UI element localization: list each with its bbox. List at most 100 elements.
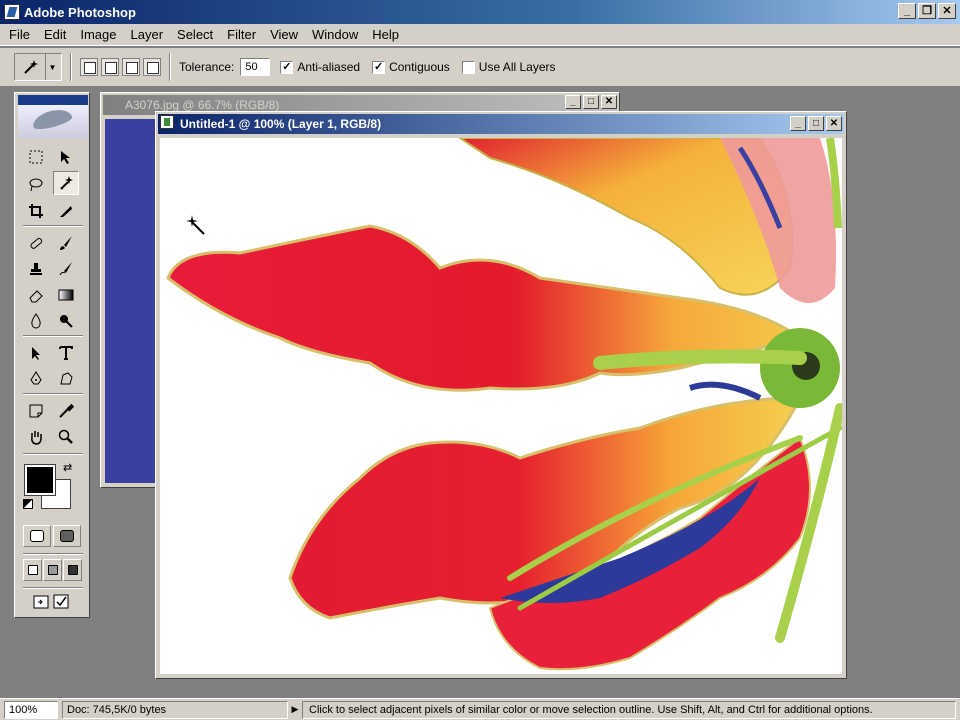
contiguous-checkbox[interactable]: ✓ Contiguous bbox=[372, 60, 450, 74]
imageready-icon bbox=[33, 594, 69, 609]
window-controls: _ ❐ ✕ bbox=[898, 3, 956, 19]
full-screen-menu-icon bbox=[47, 565, 58, 575]
full-screen-mode-button[interactable] bbox=[63, 559, 82, 581]
contiguous-check-icon: ✓ bbox=[372, 60, 386, 74]
standard-mode-button[interactable] bbox=[23, 525, 51, 547]
custom-shape-tool-icon[interactable] bbox=[53, 367, 79, 391]
close-button[interactable]: ✕ bbox=[938, 3, 956, 19]
add-to-selection-button[interactable] bbox=[101, 58, 119, 76]
minimize-button[interactable]: _ bbox=[898, 3, 916, 19]
toolbox-divider bbox=[23, 393, 83, 395]
notes-tool-icon[interactable] bbox=[23, 399, 49, 423]
tool-preset-picker[interactable]: ▼ bbox=[14, 53, 62, 81]
menu-file[interactable]: File bbox=[2, 27, 37, 42]
toolbox-divider bbox=[23, 335, 83, 337]
gradient-tool-icon[interactable] bbox=[53, 283, 79, 307]
subtract-from-selection-button[interactable] bbox=[122, 58, 140, 76]
anti-aliased-label: Anti-aliased bbox=[297, 60, 361, 74]
default-colors-icon[interactable] bbox=[23, 499, 33, 509]
toolbox-header-logo[interactable] bbox=[18, 95, 88, 139]
menu-image[interactable]: Image bbox=[73, 27, 123, 42]
selection-mode-group bbox=[80, 58, 161, 76]
zoom-level-field[interactable]: 100% bbox=[4, 700, 58, 719]
magic-wand-cursor-icon bbox=[186, 215, 205, 235]
back-document-canvas[interactable] bbox=[105, 119, 157, 483]
front-maximize-button[interactable]: □ bbox=[808, 116, 824, 131]
blur-tool-icon[interactable] bbox=[23, 309, 49, 333]
anti-aliased-check-icon: ✓ bbox=[280, 60, 294, 74]
magic-wand-tool-icon[interactable] bbox=[53, 171, 79, 195]
use-all-layers-label: Use All Layers bbox=[478, 60, 556, 74]
photoshop-app-icon bbox=[4, 4, 20, 20]
clone-stamp-tool-icon[interactable] bbox=[23, 257, 49, 281]
menu-layer[interactable]: Layer bbox=[124, 27, 171, 42]
back-maximize-button[interactable]: □ bbox=[583, 95, 599, 109]
toolbox-divider bbox=[23, 225, 83, 227]
eraser-tool-icon[interactable] bbox=[23, 283, 49, 307]
flower-image bbox=[166, 138, 842, 671]
menu-view[interactable]: View bbox=[263, 27, 305, 42]
quick-mask-button[interactable] bbox=[53, 525, 81, 547]
eyedropper-tool-icon[interactable] bbox=[53, 399, 79, 423]
history-brush-tool-icon[interactable] bbox=[53, 257, 79, 281]
status-bar: 100% Doc: 745,5K/0 bytes ▶ Click to sele… bbox=[0, 698, 960, 720]
standard-screen-mode-button[interactable] bbox=[23, 559, 42, 581]
toolbox-divider bbox=[23, 453, 83, 455]
front-window-controls: _ □ ✕ bbox=[790, 116, 842, 131]
dodge-tool-icon[interactable] bbox=[53, 309, 79, 333]
anti-aliased-checkbox[interactable]: ✓ Anti-aliased bbox=[280, 60, 360, 74]
menu-help[interactable]: Help bbox=[365, 27, 406, 42]
standard-mode-icon bbox=[30, 530, 44, 542]
tool-options-bar: ▼ Tolerance: 50 ✓ Anti-aliased ✓ Contigu… bbox=[0, 47, 960, 87]
foreground-color-swatch[interactable] bbox=[24, 464, 56, 496]
feather-icon bbox=[30, 106, 74, 132]
back-minimize-button[interactable]: _ bbox=[565, 95, 581, 109]
front-minimize-button[interactable]: _ bbox=[790, 116, 806, 131]
contiguous-label: Contiguous bbox=[389, 60, 450, 74]
move-tool-icon[interactable] bbox=[53, 145, 79, 169]
document-icon bbox=[160, 115, 174, 129]
pen-tool-icon[interactable] bbox=[23, 367, 49, 391]
status-menu-arrow-icon[interactable]: ▶ bbox=[288, 704, 302, 715]
back-close-button[interactable]: ✕ bbox=[601, 95, 617, 109]
tolerance-label: Tolerance: bbox=[179, 60, 235, 74]
jump-to-imageready-button[interactable] bbox=[23, 591, 81, 613]
document-canvas[interactable] bbox=[160, 138, 842, 674]
tolerance-input[interactable]: 50 bbox=[240, 58, 271, 76]
brush-tool-icon[interactable] bbox=[53, 231, 79, 255]
type-tool-icon[interactable] bbox=[53, 341, 79, 365]
status-message: Click to select adjacent pixels of simil… bbox=[302, 700, 956, 719]
app-title-bar: Adobe Photoshop _ ❐ ✕ bbox=[0, 0, 960, 24]
magic-wand-icon bbox=[15, 54, 45, 80]
healing-brush-tool-icon[interactable] bbox=[23, 231, 49, 255]
toolbox-divider bbox=[23, 587, 83, 589]
swap-colors-icon[interactable]: ⇄ bbox=[63, 461, 72, 474]
menu-select[interactable]: Select bbox=[170, 27, 220, 42]
toolbox-palette: ⇄ bbox=[14, 92, 90, 618]
zoom-tool-icon[interactable] bbox=[53, 425, 79, 449]
full-screen-icon bbox=[67, 565, 78, 575]
full-screen-menu-mode-button[interactable] bbox=[43, 559, 62, 581]
document-window-front[interactable]: Untitled-1 @ 100% (Layer 1, RGB/8) _ □ ✕ bbox=[155, 111, 847, 679]
menu-window[interactable]: Window bbox=[305, 27, 365, 42]
toolbox-divider bbox=[23, 553, 83, 555]
menu-filter[interactable]: Filter bbox=[220, 27, 263, 42]
standard-screen-icon bbox=[27, 565, 38, 575]
new-selection-button[interactable] bbox=[80, 58, 98, 76]
lasso-tool-icon[interactable] bbox=[23, 173, 49, 197]
menu-edit[interactable]: Edit bbox=[37, 27, 73, 42]
hand-tool-icon[interactable] bbox=[23, 425, 49, 449]
menu-bar: File Edit Image Layer Select Filter View… bbox=[0, 24, 960, 46]
crop-tool-icon[interactable] bbox=[23, 199, 49, 223]
slice-tool-icon[interactable] bbox=[53, 199, 79, 223]
use-all-layers-checkbox[interactable]: Use All Layers bbox=[461, 60, 556, 74]
path-selection-tool-icon[interactable] bbox=[23, 341, 49, 365]
marquee-tool-icon[interactable] bbox=[23, 145, 49, 169]
options-divider bbox=[70, 53, 72, 81]
back-window-controls: _ □ ✕ bbox=[565, 95, 617, 109]
document-title-front[interactable]: Untitled-1 @ 100% (Layer 1, RGB/8) bbox=[158, 114, 844, 134]
chevron-down-icon: ▼ bbox=[45, 54, 59, 80]
restore-button[interactable]: ❐ bbox=[918, 3, 936, 19]
intersect-selection-button[interactable] bbox=[143, 58, 161, 76]
front-close-button[interactable]: ✕ bbox=[826, 116, 842, 131]
